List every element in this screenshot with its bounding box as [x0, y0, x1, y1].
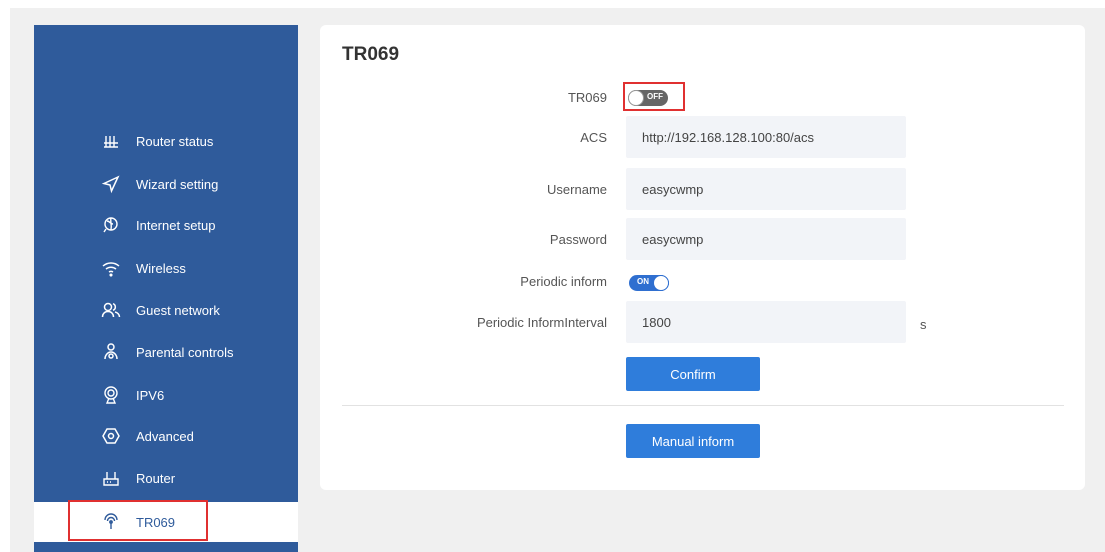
password-label: Password — [549, 232, 607, 247]
sidebar-item-wizard-setting[interactable]: Wizard setting — [34, 164, 298, 204]
sidebar-item-label: Wizard setting — [136, 176, 219, 192]
sidebar-item-router-status[interactable]: Router status — [34, 121, 298, 161]
sidebar-item-internet-setup[interactable]: Internet setup — [34, 205, 298, 245]
sidebar-item-advanced[interactable]: Advanced — [34, 416, 298, 456]
router-icon — [100, 467, 122, 489]
sidebar: Router status Wizard setting Internet se… — [34, 25, 298, 552]
sidebar-item-label: Guest network — [136, 302, 220, 318]
ipv6-icon — [100, 384, 122, 406]
sidebar-item-label: Wireless — [136, 260, 186, 276]
page-title: TR069 — [342, 44, 400, 65]
tr069-panel: TR069 TR069 OFF ACS Username Password Pe… — [320, 25, 1085, 490]
wifi-icon — [100, 257, 122, 279]
acs-label: ACS — [580, 130, 607, 145]
sidebar-item-label: Advanced — [136, 428, 194, 444]
toggle-knob — [653, 275, 669, 291]
sidebar-item-wireless[interactable]: Wireless — [34, 248, 298, 288]
manual-inform-button[interactable]: Manual inform — [626, 424, 760, 458]
sidebar-item-parental-controls[interactable]: Parental controls — [34, 332, 298, 372]
highlight-box-tr069-nav — [68, 500, 208, 541]
username-label: Username — [547, 182, 607, 197]
hexagon-icon — [100, 425, 122, 447]
sidebar-item-label: Router status — [136, 133, 214, 149]
family-icon — [100, 341, 122, 363]
highlight-box-tr069-toggle — [623, 82, 685, 111]
password-input[interactable] — [626, 218, 906, 260]
sidebar-item-router[interactable]: Router — [34, 458, 298, 498]
interval-input[interactable] — [626, 301, 906, 343]
confirm-button[interactable]: Confirm — [626, 357, 760, 391]
sidebar-item-label: Internet setup — [136, 217, 216, 233]
acs-input[interactable] — [626, 116, 906, 158]
sidebar-item-label: Parental controls — [136, 344, 234, 360]
sidebar-item-label: Router — [136, 470, 176, 486]
send-icon — [100, 173, 122, 195]
sidebar-item-guest-network[interactable]: Guest network — [34, 290, 298, 330]
interval-label: Periodic InformInterval — [476, 315, 607, 330]
divider — [342, 405, 1064, 406]
interval-unit: s — [920, 317, 927, 332]
users-icon — [100, 299, 122, 321]
sidebar-item-label: IPV6 — [136, 387, 165, 403]
globe-icon — [100, 214, 122, 236]
tr069-label: TR069 — [567, 90, 607, 105]
periodic-inform-toggle[interactable]: ON — [629, 275, 669, 291]
router-status-icon — [100, 130, 122, 152]
toggle-state-text: ON — [637, 277, 649, 286]
username-input[interactable] — [626, 168, 906, 210]
periodic-inform-label: Periodic inform — [520, 274, 607, 289]
sidebar-item-ipv6[interactable]: IPV6 — [34, 375, 298, 415]
